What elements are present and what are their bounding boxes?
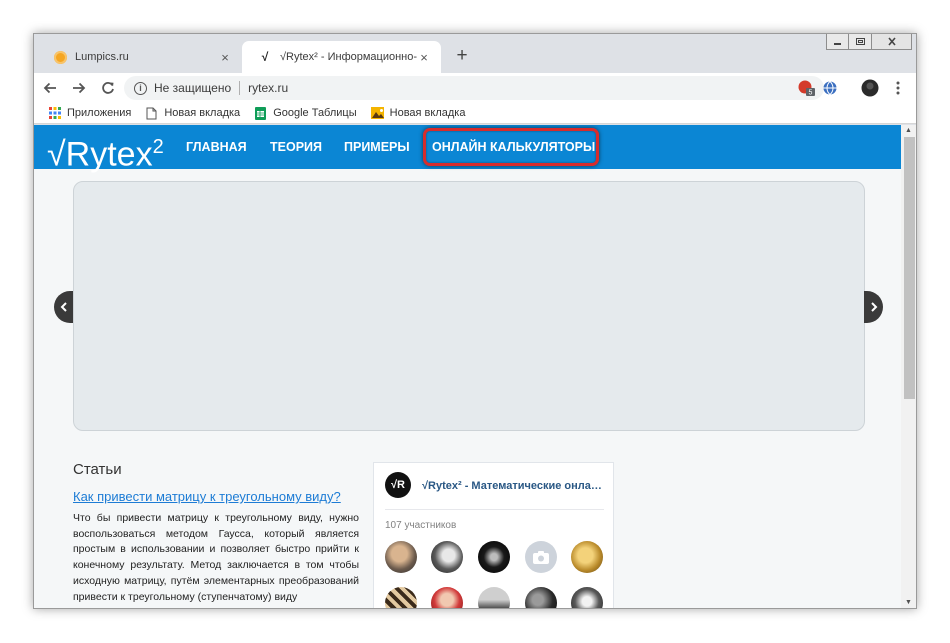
image-icon — [370, 107, 384, 120]
page-viewport: √Rytex2 ГЛАВНАЯ ТЕОРИЯ ПРИМЕРЫ ОНЛАЙН КА… — [34, 125, 901, 608]
member-avatar[interactable] — [431, 541, 463, 573]
widget-divider — [385, 509, 604, 510]
sheets-icon — [254, 106, 267, 120]
member-avatar[interactable] — [385, 587, 417, 608]
chevron-right-icon — [870, 302, 877, 312]
bookmark-apps[interactable]: Приложения — [48, 107, 131, 120]
bookmark-label: Google Таблицы — [273, 107, 357, 119]
info-icon[interactable]: i — [134, 81, 147, 95]
highlight-annotation — [423, 128, 599, 166]
member-avatar[interactable] — [571, 541, 603, 573]
bookmark-label: Приложения — [67, 107, 132, 119]
stop-sign-icon: 5 — [798, 80, 815, 97]
carousel-next-button[interactable] — [864, 291, 883, 323]
member-avatar[interactable] — [525, 587, 557, 608]
apps-grid-icon — [48, 107, 61, 120]
tab-title: √Rytex² - Информационно-обр — [280, 51, 417, 63]
carousel-prev-button[interactable] — [54, 291, 73, 323]
logo-superscript: 2 — [152, 136, 164, 158]
tab-rytex[interactable]: √ √Rytex² - Информационно-обр × — [242, 41, 441, 73]
bookmark-new-tab-1[interactable]: Новая вкладка — [145, 107, 240, 120]
security-status: Не защищено — [154, 81, 232, 95]
tab-close-button[interactable]: × — [417, 50, 431, 65]
vk-community-widget: √R √Rytex² - Математические онлайн кальк… — [373, 462, 614, 608]
member-avatar[interactable] — [478, 541, 510, 573]
extension-globe-button[interactable] — [820, 78, 840, 98]
bookmark-label: Новая вкладка — [164, 107, 241, 119]
site-logo[interactable]: √Rytex2 — [47, 128, 164, 173]
reload-icon — [102, 82, 114, 94]
address-bar[interactable]: i Не защищено rytex.ru ☆ — [124, 76, 824, 100]
browser-window: Lumpics.ru × √ √Rytex² - Информационно-о… — [33, 33, 917, 609]
globe-icon — [823, 81, 837, 95]
tab-close-button[interactable]: × — [218, 50, 232, 65]
browser-toolbar: i Не защищено rytex.ru ☆ 5 — [34, 73, 916, 103]
article-link[interactable]: Как привести матрицу к треугольному виду… — [73, 489, 341, 504]
articles-heading: Статьи — [73, 461, 122, 478]
scroll-down-icon[interactable]: ▼ — [905, 599, 912, 606]
menu-button[interactable] — [888, 78, 908, 98]
tab-lumpics[interactable]: Lumpics.ru × — [37, 41, 242, 73]
sqrt-favicon-icon: √ — [261, 50, 269, 64]
kebab-menu-icon — [896, 81, 900, 95]
member-avatar[interactable] — [385, 541, 417, 573]
arrow-left-icon — [43, 82, 56, 94]
omnibox-separator — [239, 81, 241, 95]
site-navbar: √Rytex2 ГЛАВНАЯ ТЕОРИЯ ПРИМЕРЫ ОНЛАЙН КА… — [34, 125, 901, 173]
tab-title: Lumpics.ru — [75, 51, 129, 63]
extension-badge: 5 — [809, 90, 813, 97]
bookmarks-bar: Приложения Новая вкладка Google Таблицы … — [34, 103, 916, 124]
avatar-icon — [861, 79, 879, 97]
bookmark-new-tab-2[interactable]: Новая вкладка — [370, 107, 466, 120]
member-avatar[interactable] — [525, 541, 557, 573]
article-excerpt: Что бы привести матрицу к треугольному в… — [73, 512, 359, 603]
member-avatar[interactable] — [478, 587, 510, 608]
forward-button[interactable] — [66, 75, 92, 101]
page-scrollbar[interactable]: ▲ ▼ — [901, 125, 916, 608]
bookmark-google-sheets[interactable]: Google Таблицы — [254, 106, 357, 120]
community-title[interactable]: √Rytex² - Математические онлайн калькуля… — [422, 480, 608, 492]
scroll-up-icon[interactable]: ▲ — [905, 127, 912, 134]
chevron-left-icon — [60, 302, 67, 312]
arrow-right-icon — [73, 82, 86, 94]
lumpics-favicon-icon — [53, 50, 67, 64]
member-avatar[interactable] — [431, 587, 463, 608]
profile-avatar[interactable] — [860, 78, 880, 98]
community-avatar[interactable]: √R — [385, 472, 411, 498]
members-count: 107 участников — [385, 520, 457, 531]
image-carousel — [73, 181, 865, 431]
scroll-thumb[interactable] — [904, 137, 915, 399]
extension-adblock-button[interactable]: 5 — [796, 78, 816, 98]
nav-examples[interactable]: ПРИМЕРЫ — [344, 140, 410, 154]
logo-text: √Rytex — [47, 135, 153, 174]
nav-main[interactable]: ГЛАВНАЯ — [186, 140, 247, 154]
bookmark-label: Новая вкладка — [389, 107, 466, 119]
back-button[interactable] — [37, 75, 63, 101]
member-avatar[interactable] — [571, 587, 603, 608]
camera-icon — [533, 550, 549, 564]
new-tab-button[interactable]: + — [452, 45, 472, 67]
tab-strip: Lumpics.ru × √ √Rytex² - Информационно-о… — [34, 34, 916, 73]
url-text[interactable]: rytex.ru — [248, 81, 288, 95]
nav-theory[interactable]: ТЕОРИЯ — [270, 140, 322, 154]
page-icon — [145, 107, 158, 120]
reload-button[interactable] — [95, 75, 121, 101]
